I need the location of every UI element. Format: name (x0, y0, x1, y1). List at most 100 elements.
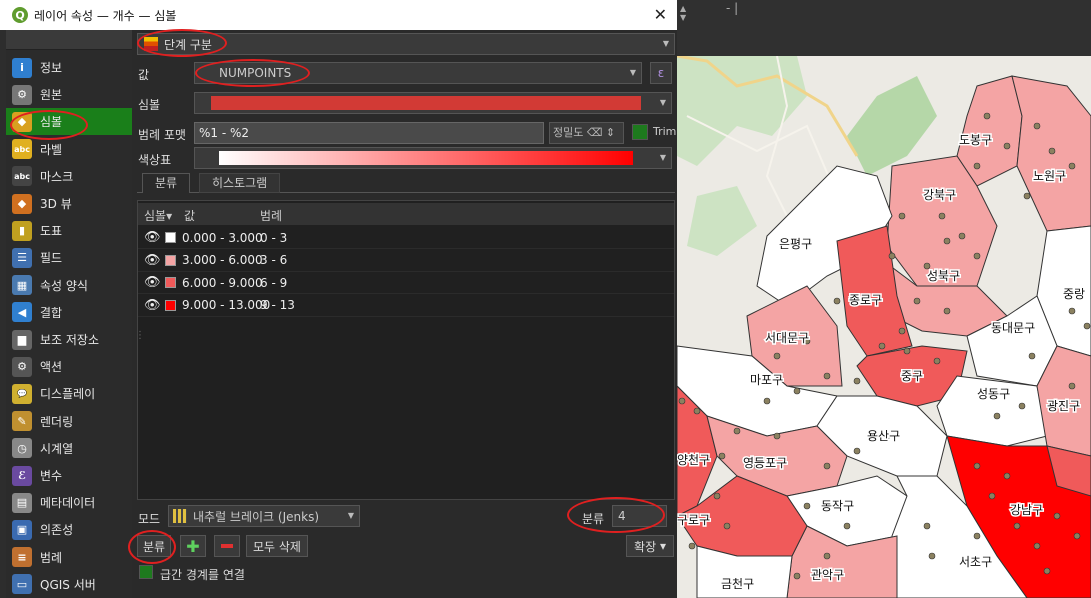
visibility-eye-icon[interactable]: 👁 (144, 253, 161, 268)
class-row[interactable]: 👁 0.000 - 3.000 0 - 3 (138, 227, 674, 249)
remove-class-button[interactable] (214, 535, 240, 557)
splitter-handle[interactable]: ⋮ (135, 330, 145, 341)
symbol-select[interactable]: ▼ (194, 92, 672, 114)
map-point[interactable] (793, 572, 801, 580)
mode-select[interactable]: 내추럴 브레이크 (Jenks) ▼ (168, 505, 360, 527)
map-point[interactable] (1028, 352, 1036, 360)
class-value[interactable]: 9.000 - 13.000 (182, 298, 270, 312)
map-point[interactable] (903, 347, 911, 355)
map-point[interactable] (688, 542, 696, 550)
map-point[interactable] (853, 447, 861, 455)
add-class-button[interactable]: ✚ (180, 535, 206, 557)
map-point[interactable] (888, 252, 896, 260)
map-point[interactable] (723, 522, 731, 530)
sidebar-item-label[interactable]: abc 라벨 (6, 136, 132, 163)
map-point[interactable] (693, 407, 701, 415)
map-canvas[interactable]: 도봉구 노원구 강북구 은평구 성북구 종로구 중랑 서대문구 동대문구 마포구 중구 성동구 광진구 용… (677, 56, 1091, 598)
class-value[interactable]: 3.000 - 6.000 (182, 253, 263, 267)
class-value[interactable]: 0.000 - 3.000 (182, 231, 263, 245)
class-row[interactable]: 👁 3.000 - 6.000 3 - 6 (138, 250, 674, 272)
visibility-eye-icon[interactable]: 👁 (144, 298, 161, 313)
map-point[interactable] (773, 432, 781, 440)
delete-all-button[interactable]: 모두 삭제 (246, 535, 308, 557)
sidebar-item-symbology[interactable]: ◆ 심볼 (6, 108, 132, 136)
class-value[interactable]: 6.000 - 9.000 (182, 276, 263, 290)
sidebar-item-auxiliary-storage[interactable]: ▆ 보조 저장소 (6, 326, 132, 353)
map-point[interactable] (1068, 382, 1076, 390)
map-point[interactable] (1033, 542, 1041, 550)
map-point[interactable] (938, 212, 946, 220)
map-point[interactable] (773, 352, 781, 360)
map-point[interactable] (988, 492, 996, 500)
map-point[interactable] (898, 327, 906, 335)
map-point[interactable] (983, 112, 991, 120)
map-point[interactable] (833, 297, 841, 305)
class-row[interactable]: 👁 9.000 - 13.000 9 - 13 (138, 295, 674, 317)
map-point[interactable] (1073, 532, 1081, 540)
map-point[interactable] (1018, 402, 1026, 410)
visibility-eye-icon[interactable]: 👁 (144, 275, 161, 290)
map-point[interactable] (1068, 307, 1076, 315)
map-point[interactable] (823, 552, 831, 560)
sidebar-item-temporal[interactable]: ◷ 시계열 (6, 435, 132, 462)
map-point[interactable] (1023, 192, 1031, 200)
legend-format-input[interactable]: %1 - %2 (194, 122, 544, 144)
map-point[interactable] (823, 372, 831, 380)
class-color-swatch[interactable] (165, 299, 176, 311)
sidebar-item-variables[interactable]: ℰ 변수 (6, 462, 132, 489)
map-point[interactable] (1083, 322, 1091, 330)
map-point[interactable] (713, 492, 721, 500)
sidebar-item-display[interactable]: 💬 디스플레이 (6, 380, 132, 407)
classify-button[interactable]: 분류 (137, 535, 171, 557)
tab-histogram[interactable]: 히스토그램 (199, 173, 281, 193)
map-point[interactable] (1013, 522, 1021, 530)
map-point[interactable] (1003, 142, 1011, 150)
sidebar-item-diagram[interactable]: ▮ 도표 (6, 217, 132, 244)
map-point[interactable] (843, 522, 851, 530)
link-boundaries-checkbox[interactable] (139, 565, 153, 579)
map-point[interactable] (1048, 147, 1056, 155)
map-point[interactable] (718, 452, 726, 460)
map-point[interactable] (1033, 122, 1041, 130)
map-point[interactable] (928, 552, 936, 560)
map-point[interactable] (993, 412, 1001, 420)
map-point[interactable] (923, 522, 931, 530)
map-point[interactable] (803, 502, 811, 510)
trim-checkbox[interactable] (632, 124, 648, 140)
sidebar-item-rendering[interactable]: ✎ 렌더링 (6, 408, 132, 435)
map-point[interactable] (933, 357, 941, 365)
advanced-button[interactable]: 확장 ▾ (626, 535, 674, 557)
class-legend[interactable]: 9 - 13 (260, 298, 295, 312)
map-point[interactable] (878, 342, 886, 350)
map-point[interactable] (1053, 512, 1061, 520)
map-point[interactable] (678, 397, 686, 405)
map-point[interactable] (973, 162, 981, 170)
column-legend[interactable]: 범례 (260, 207, 282, 224)
renderer-select[interactable]: 단계 구분 ▼ (137, 33, 675, 55)
sidebar-item-actions[interactable]: ⚙ 액션 (6, 353, 132, 380)
map-point[interactable] (1068, 162, 1076, 170)
map-point[interactable] (973, 532, 981, 540)
sidebar-item-metadata[interactable]: ▤ 메타데이터 (6, 489, 132, 516)
sidebar-item-attribute-form[interactable]: ▦ 속성 양식 (6, 272, 132, 299)
class-color-swatch[interactable] (165, 254, 176, 266)
sidebar-item-fields[interactable]: ☰ 필드 (6, 244, 132, 271)
map-point[interactable] (853, 377, 861, 385)
map-point[interactable] (733, 427, 741, 435)
value-field-select[interactable]: NUMPOINTS ▼ (194, 62, 642, 84)
map-point[interactable] (943, 307, 951, 315)
class-legend[interactable]: 6 - 9 (260, 276, 287, 290)
map-point[interactable] (913, 297, 921, 305)
map-point[interactable] (1043, 567, 1051, 575)
sidebar-item-info[interactable]: i 정보 (6, 54, 132, 81)
map-point[interactable] (943, 237, 951, 245)
sidebar-item-mask[interactable]: abc 마스크 (6, 163, 132, 190)
map-point[interactable] (1003, 472, 1011, 480)
expression-button[interactable]: ε (650, 62, 672, 84)
classes-count-spinbox[interactable]: 4 (612, 505, 667, 527)
color-ramp-select[interactable]: ▼ (194, 147, 672, 169)
class-color-swatch[interactable] (165, 277, 176, 288)
sidebar-item-join[interactable]: ◀ 결합 (6, 299, 132, 326)
precision-spinbox[interactable]: 정밀도 ⌫ ⇕ (549, 122, 624, 144)
map-point[interactable] (958, 232, 966, 240)
